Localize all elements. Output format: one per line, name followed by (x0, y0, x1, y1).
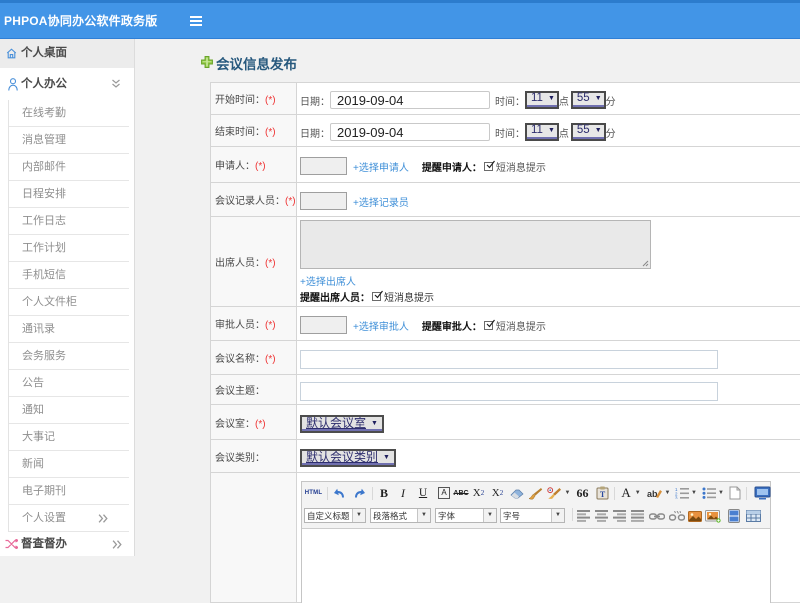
svg-text:T: T (599, 490, 605, 499)
svg-text:3: 3 (675, 496, 678, 500)
svg-text:ab: ab (647, 489, 658, 499)
